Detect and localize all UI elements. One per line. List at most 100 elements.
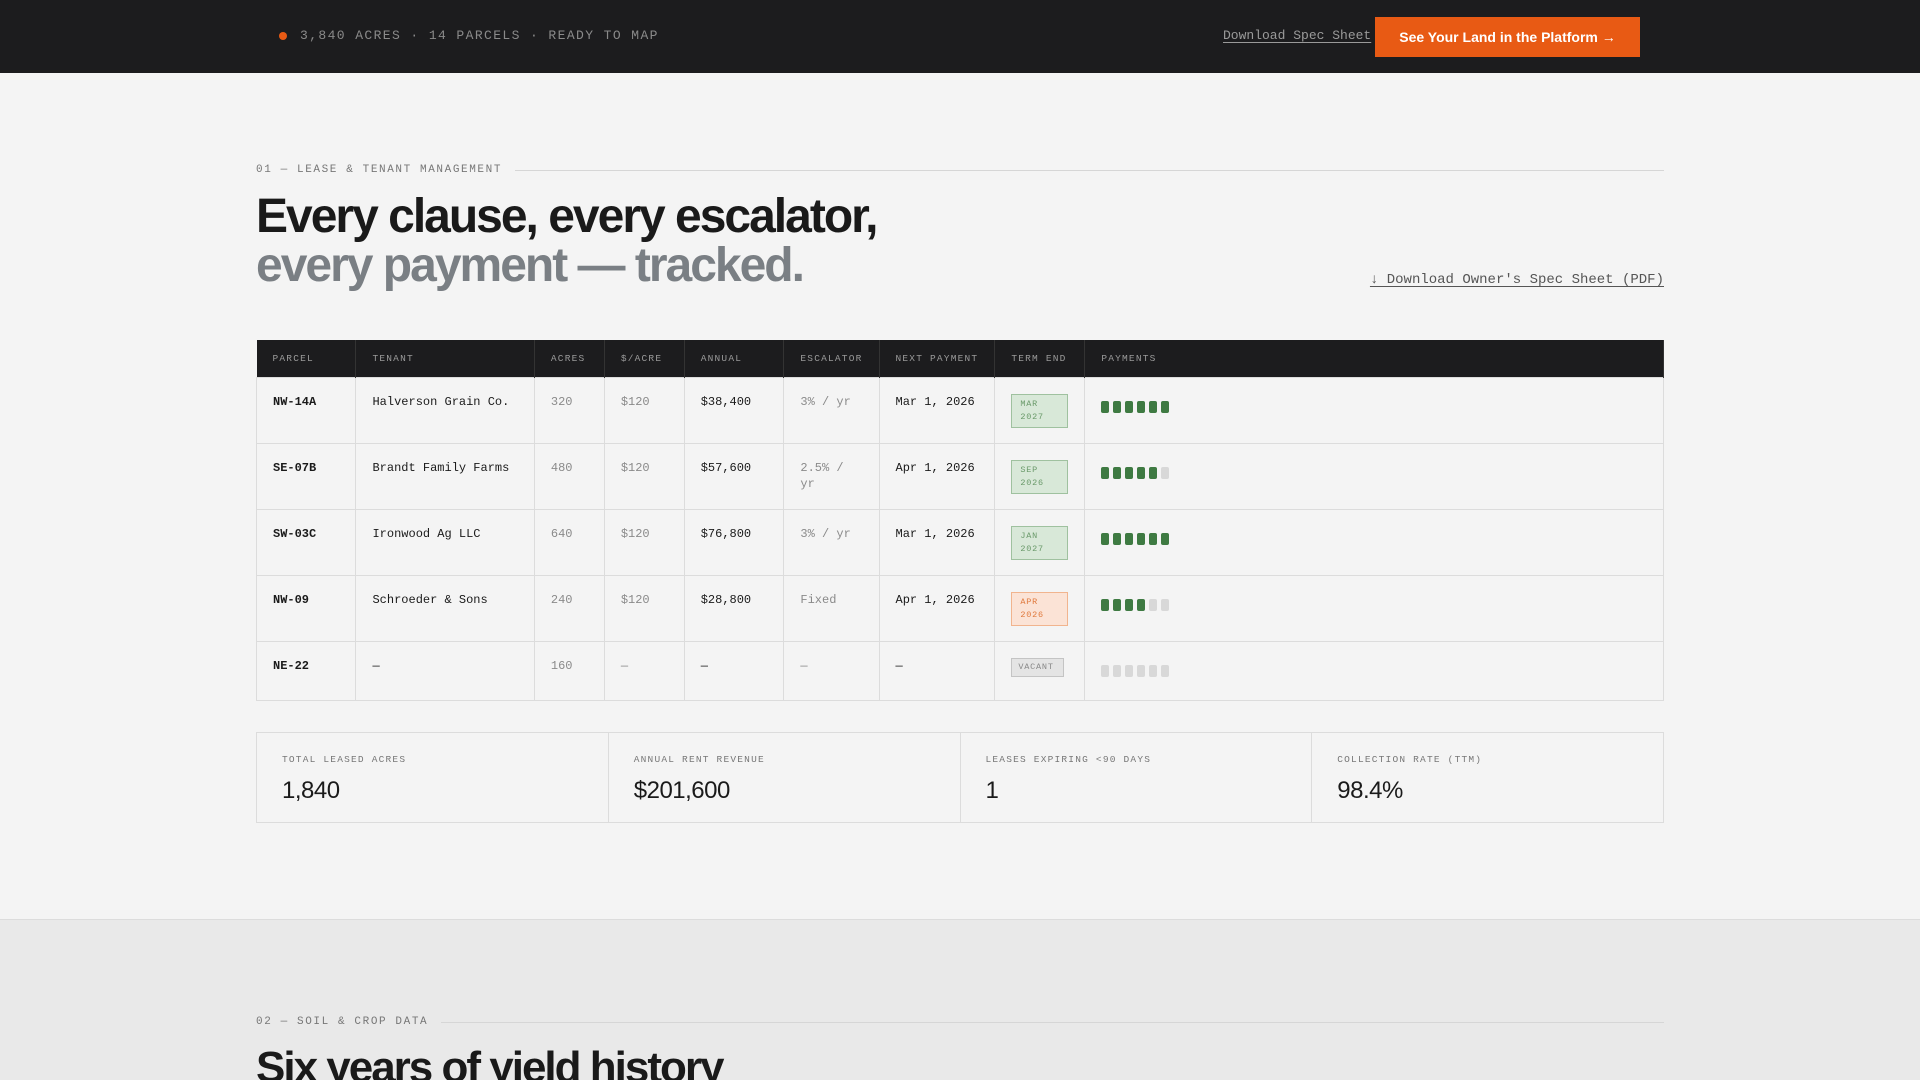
- payment-pending-icon: [1101, 664, 1110, 677]
- column-header: NEXT PAYMENT: [879, 340, 996, 377]
- payment-paid-icon: [1161, 532, 1170, 545]
- payment-pending-icon: [1125, 664, 1134, 677]
- section-headline: Every clause, every escalator, every pay…: [256, 190, 879, 292]
- annual-cell: —: [683, 640, 785, 701]
- payment-pending-icon: [1149, 598, 1158, 611]
- term-end-badge: MAR 2027: [1011, 393, 1069, 428]
- payment-paid-icon: [1125, 466, 1134, 479]
- payment-paid-icon: [1101, 466, 1110, 479]
- column-header: ANNUAL: [684, 340, 785, 377]
- tenant-cell: Ironwood Ag LLC: [355, 508, 535, 576]
- payment-pending-icon: [1113, 664, 1122, 677]
- table-row[interactable]: SW-03C Ironwood Ag LLC 640 $120 $76,800 3% / …: [255, 508, 1664, 576]
- status-dot-icon: [279, 31, 287, 40]
- payment-paid-icon: [1101, 400, 1110, 413]
- acres-cell: 480: [533, 442, 605, 510]
- tenant-cell: —: [355, 640, 535, 701]
- payments-cell: [1084, 508, 1664, 576]
- stat-value: 1: [985, 777, 999, 804]
- column-header: ACRES: [534, 340, 605, 377]
- status-indicator: 3,840 ACRES · 14 PARCELS · READY TO MAP: [279, 28, 659, 43]
- table-row[interactable]: NW-09 Schroeder & Sons 240 $120 $28,800 Fixed…: [255, 574, 1664, 642]
- section-eyebrow-text: 01 — LEASE & TENANT MANAGEMENT: [256, 164, 503, 176]
- per-acre-cell: $120: [603, 574, 685, 642]
- per-acre-cell: $120: [603, 376, 685, 444]
- payments-cell: [1084, 574, 1664, 642]
- escalator-cell: —: [783, 640, 880, 701]
- payments-cell: [1084, 442, 1664, 510]
- parcel-cell: SW-03C: [255, 508, 357, 576]
- escalator-cell: 3% / yr: [783, 508, 880, 576]
- divider: [441, 1021, 1664, 1023]
- payment-pending-icon: [1137, 664, 1146, 677]
- see-your-land-button[interactable]: See Your Land in the Platform →: [1375, 17, 1640, 57]
- tenant-cell: Brandt Family Farms: [355, 442, 535, 510]
- section-eyebrow: 01 — LEASE & TENANT MANAGEMENT: [256, 164, 1664, 176]
- section-headline: Six years of yield history: [256, 1043, 724, 1080]
- acres-cell: 320: [533, 376, 605, 444]
- term-end-badge: JAN 2027: [1011, 525, 1069, 560]
- payment-history: [1101, 598, 1647, 611]
- annual-cell: $57,600: [683, 442, 785, 510]
- section-eyebrow: 02 — SOIL & CROP DATA: [256, 1016, 1664, 1028]
- payment-paid-icon: [1125, 532, 1134, 545]
- parcel-cell: SE-07B: [255, 442, 357, 510]
- stat-label: ANNUAL RENT REVENUE: [633, 754, 765, 765]
- table-row[interactable]: NW-14A Halverson Grain Co. 320 $120 $38,400 3…: [255, 376, 1664, 444]
- stat-value: 1,840: [282, 777, 340, 804]
- escalator-cell: 2.5% / yr: [783, 442, 880, 510]
- payment-pending-icon: [1161, 466, 1170, 479]
- per-acre-cell: —: [603, 640, 685, 701]
- table-row[interactable]: SE-07B Brandt Family Farms 480 $120 $57,600 2…: [255, 442, 1664, 510]
- acres-cell: 640: [533, 508, 605, 576]
- payment-paid-icon: [1149, 532, 1158, 545]
- payment-paid-icon: [1149, 400, 1158, 413]
- payment-paid-icon: [1113, 532, 1122, 545]
- payment-history: [1101, 664, 1647, 677]
- stat-card: TOTAL LEASED ACRES 1,840: [257, 733, 609, 822]
- payment-paid-icon: [1149, 466, 1158, 479]
- column-header: TENANT: [355, 340, 535, 377]
- parcel-cell: NW-09: [255, 574, 357, 642]
- column-header: PAYMENTS: [1084, 340, 1664, 377]
- term-end-cell: APR 2026: [994, 574, 1086, 642]
- per-acre-cell: $120: [603, 508, 685, 576]
- stat-label: LEASES EXPIRING <90 DAYS: [985, 754, 1152, 765]
- annual-cell: $76,800: [683, 508, 785, 576]
- per-acre-cell: $120: [603, 442, 685, 510]
- section-eyebrow-text: 02 — SOIL & CROP DATA: [256, 1016, 429, 1028]
- payment-paid-icon: [1137, 598, 1146, 611]
- payment-paid-icon: [1137, 466, 1146, 479]
- term-end-cell: MAR 2027: [994, 376, 1086, 444]
- parcel-cell: NW-14A: [255, 376, 357, 444]
- stat-value: 98.4%: [1337, 777, 1403, 804]
- top-bar: 3,840 ACRES · 14 PARCELS · READY TO MAP …: [0, 0, 1920, 73]
- tenant-cell: Schroeder & Sons: [355, 574, 535, 642]
- payment-paid-icon: [1113, 400, 1122, 413]
- parcel-cell: NE-22: [255, 640, 357, 701]
- column-header: ESCALATOR: [783, 340, 880, 377]
- payment-paid-icon: [1101, 532, 1110, 545]
- term-end-cell: VACANT: [994, 640, 1086, 701]
- download-pdf-link[interactable]: ↓ Download Owner's Spec Sheet (PDF): [1370, 272, 1664, 288]
- payments-cell: [1084, 640, 1664, 701]
- payment-paid-icon: [1125, 598, 1134, 611]
- stat-label: COLLECTION RATE (TTM): [1337, 754, 1483, 765]
- download-spec-sheet-link[interactable]: Download Spec Sheet: [1223, 28, 1371, 43]
- annual-cell: $38,400: [683, 376, 785, 444]
- acres-cell: 160: [533, 640, 605, 701]
- payment-history: [1101, 532, 1647, 545]
- next-payment-cell: Mar 1, 2026: [878, 508, 996, 576]
- headline-line-1: Every clause, every escalator,: [256, 190, 879, 243]
- escalator-cell: 3% / yr: [783, 376, 880, 444]
- payment-paid-icon: [1161, 400, 1170, 413]
- column-header: PARCEL: [256, 340, 357, 377]
- table-row[interactable]: NE-22—160— — — — VACANT: [255, 640, 1664, 701]
- payment-pending-icon: [1161, 664, 1170, 677]
- headline-line-2: every payment — tracked.: [256, 239, 805, 292]
- payment-paid-icon: [1137, 400, 1146, 413]
- divider: [515, 169, 1664, 171]
- tenant-cell: Halverson Grain Co.: [355, 376, 535, 444]
- term-end-badge: APR 2026: [1011, 591, 1069, 626]
- stat-card: COLLECTION RATE (TTM) 98.4%: [1312, 733, 1663, 822]
